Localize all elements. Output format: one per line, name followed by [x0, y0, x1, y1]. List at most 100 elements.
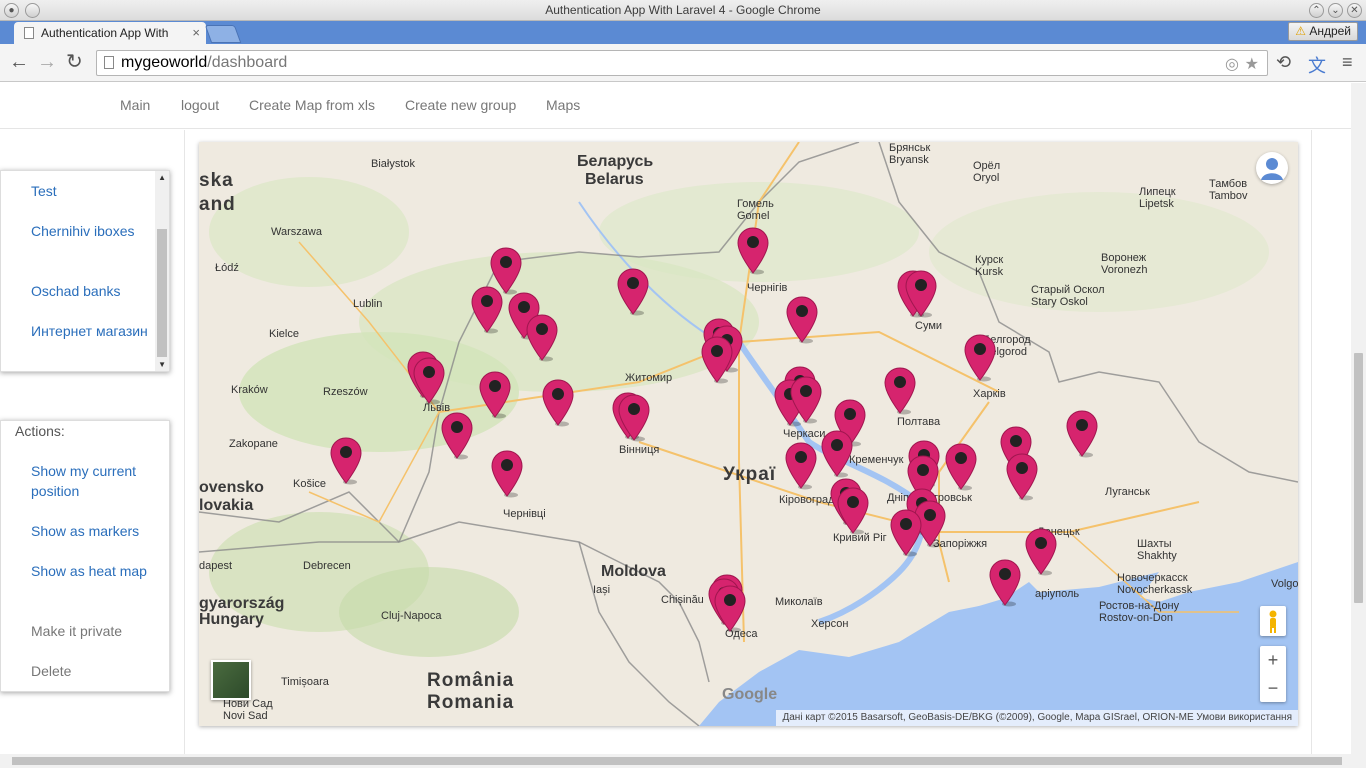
map-marker-icon[interactable] [964, 334, 996, 382]
map-label-city: Iași [593, 584, 611, 596]
map-label-city: Вінниця [619, 444, 660, 456]
scrollbar-thumb[interactable] [157, 229, 167, 357]
scroll-down-icon[interactable]: ▼ [158, 360, 166, 369]
map-label-city: Харків [973, 388, 1006, 400]
action-show-markers[interactable]: Show as markers [31, 521, 151, 541]
map-label-city: Zakopane [229, 438, 278, 450]
action-show-heatmap[interactable]: Show as heat map [31, 561, 151, 581]
map-label-city: Херсон [811, 618, 849, 630]
map-label-city: Lublin [353, 298, 383, 310]
tab-close-icon[interactable]: × [192, 25, 200, 40]
map-marker-icon[interactable] [471, 286, 503, 334]
groups-panel: Test Chernihiv iboxes Oschad banks Интер… [0, 170, 170, 372]
map-marker-icon[interactable] [542, 379, 574, 427]
map-label-romania-ro: România [427, 670, 515, 691]
map-marker-icon[interactable] [821, 430, 853, 478]
tab-label: Authentication App With [41, 26, 169, 40]
map-label-belarus-en: Belarus [585, 171, 644, 188]
nav-main[interactable]: Main [120, 97, 150, 113]
reload-icon[interactable]: ↻ [66, 52, 83, 72]
close-window-button[interactable]: ✕ [1347, 3, 1362, 18]
profile-button[interactable]: ⚠ Андрей [1288, 22, 1358, 41]
scroll-up-icon[interactable]: ▲ [158, 173, 166, 182]
nav-create-new-group[interactable]: Create new group [405, 97, 516, 113]
map-marker-icon[interactable] [526, 314, 558, 362]
map-label-city: Ростов-на-Дону Rostov-on-Don [1099, 600, 1180, 624]
map-marker-icon[interactable] [479, 371, 511, 419]
browser-toolbar: ← → ↻ mygeoworld/dashboard ◎ ★ ⟲ 文 ≡ [0, 44, 1366, 82]
map-label-city: Kielce [269, 328, 299, 340]
map-marker-icon[interactable] [786, 296, 818, 344]
page-horizontal-scrollbar[interactable] [0, 754, 1366, 768]
maximize-button[interactable]: ⌄ [1328, 3, 1343, 18]
satellite-toggle-button[interactable] [211, 660, 251, 700]
group-internet-store[interactable]: Интернет магазин [31, 321, 151, 341]
group-chernihiv-iboxes[interactable]: Chernihiv iboxes [31, 221, 151, 241]
map-marker-icon[interactable] [330, 437, 362, 485]
new-tab-button[interactable] [204, 25, 242, 43]
map-canvas[interactable]: ska and Беларусь Belarus Украї Moldova R… [199, 142, 1298, 726]
page-icon [24, 27, 34, 39]
map-marker-icon[interactable] [790, 376, 822, 424]
group-test[interactable]: Test [31, 181, 151, 201]
map-label-city: Курск Kursk [975, 254, 1004, 278]
address-bar[interactable]: mygeoworld/dashboard ◎ ★ [96, 50, 1268, 76]
action-make-private[interactable]: Make it private [31, 621, 151, 641]
map-marker-icon[interactable] [1006, 453, 1038, 501]
map-marker-icon[interactable] [737, 227, 769, 275]
minimize-button[interactable]: ⌃ [1309, 3, 1324, 18]
menu-icon[interactable]: ≡ [1342, 52, 1353, 73]
map-marker-icon[interactable] [884, 367, 916, 415]
map-marker-icon[interactable] [701, 336, 733, 384]
scrollbar-thumb[interactable] [12, 757, 1342, 765]
map-marker-icon[interactable] [413, 357, 445, 405]
map-label-city: Чернівці [503, 508, 546, 520]
map-label-city: Гомель Gomel [737, 198, 774, 222]
map-label-city: Суми [915, 320, 943, 332]
back-arrow-icon[interactable]: ← [9, 52, 29, 72]
street-view-pegman-icon[interactable] [1260, 606, 1286, 636]
history-icon[interactable]: ⟲ [1276, 52, 1291, 73]
nav-logout[interactable]: logout [181, 97, 219, 113]
tab-authentication-app[interactable]: Authentication App With × [14, 22, 206, 44]
account-avatar-icon[interactable] [1256, 152, 1288, 184]
map-marker-icon[interactable] [617, 268, 649, 316]
group-oschad-banks[interactable]: Oschad banks [31, 281, 151, 301]
map-label-city: Орёл Oryol [973, 160, 1001, 184]
map-label-city: Нови Сад Novi Sad [223, 698, 273, 722]
translate-icon[interactable]: 文 [1308, 52, 1326, 78]
map-label-hungary-en: Hungary [199, 611, 264, 628]
action-delete[interactable]: Delete [31, 661, 151, 681]
map-label-city: аріуполь [1035, 588, 1080, 600]
map-marker-icon[interactable] [837, 487, 869, 535]
map-marker-icon[interactable] [491, 450, 523, 498]
bookmark-star-icon[interactable]: ★ [1245, 54, 1259, 74]
map-attribution[interactable]: Дані карт ©2015 Basarsoft, GeoBasis-DE/B… [776, 710, 1298, 726]
column-divider [1311, 130, 1312, 754]
url-text[interactable]: mygeoworld/dashboard [121, 54, 287, 72]
map-marker-icon[interactable] [905, 270, 937, 318]
map-label-ukraine: Украї [723, 464, 777, 485]
map-marker-icon[interactable] [945, 443, 977, 491]
map-marker-icon[interactable] [890, 509, 922, 557]
map-marker-icon[interactable] [1066, 410, 1098, 458]
zoom-out-button[interactable]: − [1260, 674, 1286, 702]
map-marker-icon[interactable] [618, 394, 650, 442]
map-label-city: Chișinău [661, 594, 704, 606]
groups-scrollbar[interactable]: ▲ ▼ [155, 171, 169, 371]
action-show-position[interactable]: Show my current position [31, 461, 151, 501]
nav-maps[interactable]: Maps [546, 97, 580, 113]
map-marker-icon[interactable] [714, 585, 746, 633]
scrollbar-thumb[interactable] [1354, 353, 1363, 603]
zoom-in-button[interactable]: + [1260, 646, 1286, 674]
location-icon[interactable]: ◎ [1225, 54, 1239, 74]
page-vertical-scrollbar[interactable] [1351, 83, 1366, 754]
map-marker-icon[interactable] [441, 412, 473, 460]
map-label-city: Чернігів [747, 282, 788, 294]
nav-create-map-from-xls[interactable]: Create Map from xls [249, 97, 375, 113]
map-marker-icon[interactable] [1025, 528, 1057, 576]
map-label-city: Kraków [231, 384, 268, 396]
forward-arrow-icon[interactable]: → [37, 52, 57, 72]
map-marker-icon[interactable] [785, 442, 817, 490]
map-marker-icon[interactable] [989, 559, 1021, 607]
